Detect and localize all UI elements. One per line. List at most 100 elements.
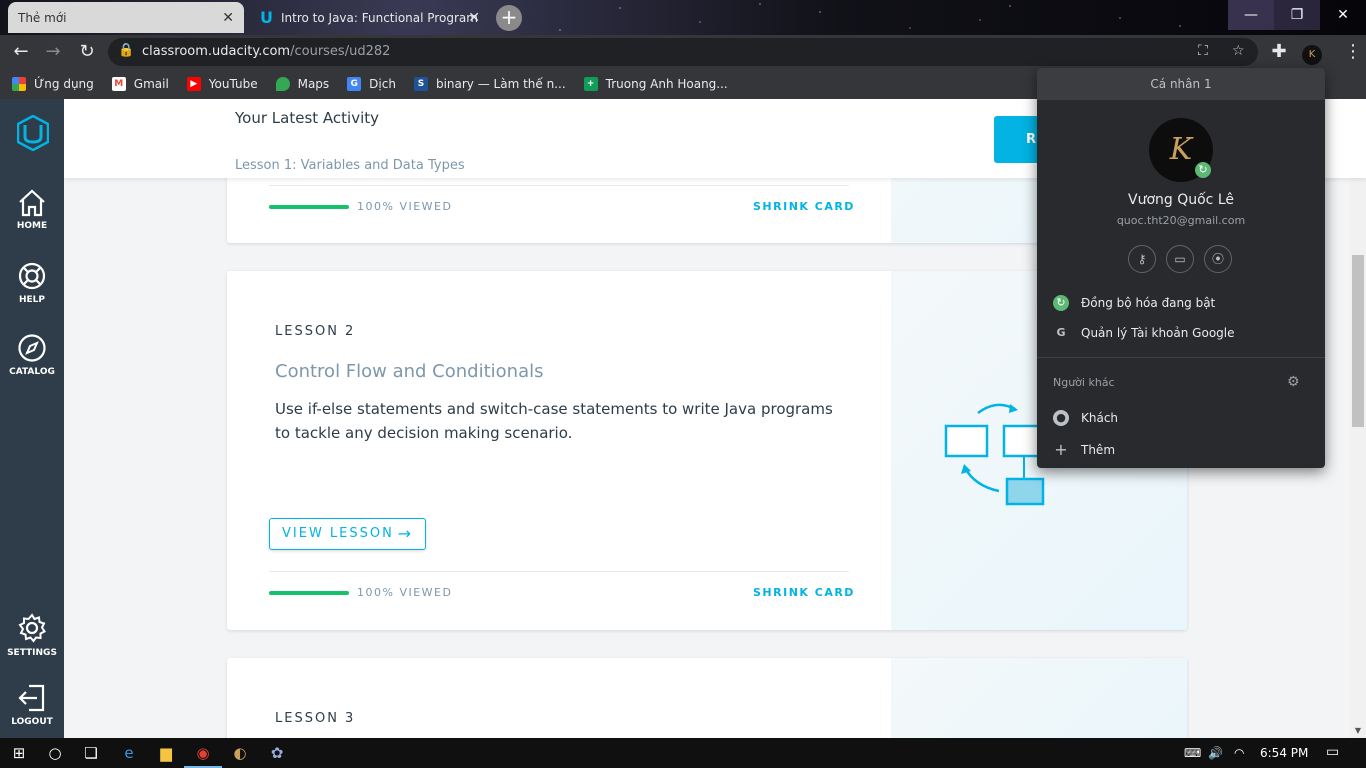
guest-profile-row[interactable]: ● Khách	[1053, 410, 1118, 426]
toolbar: ← → ↻ 🔒 classroom.udacity.com/courses/ud…	[0, 35, 1366, 69]
lesson-label: LESSON 2	[275, 324, 356, 339]
person-icon: ●	[1053, 410, 1069, 426]
sync-badge-icon: ↻	[1195, 162, 1211, 178]
gear-icon	[18, 613, 46, 643]
lesson-art	[891, 658, 1187, 738]
popup-divider	[1037, 357, 1325, 358]
progress-text: 100% VIEWED	[357, 586, 453, 599]
lesson-title: Control Flow and Conditionals	[275, 361, 544, 382]
app-icon-2[interactable]: ✿	[258, 738, 296, 768]
progress-bar	[269, 205, 349, 209]
logout-icon	[18, 684, 45, 712]
search-circle-icon[interactable]: ○	[36, 738, 74, 768]
clock-time[interactable]: 6:54 PM	[1260, 746, 1308, 760]
minimize-button[interactable]: —	[1228, 0, 1274, 30]
profile-avatar: K ↻	[1149, 118, 1213, 182]
sidebar-item-logout[interactable]: LOGOUT	[0, 683, 64, 727]
maximize-button[interactable]: ❐	[1274, 0, 1320, 30]
scrollbar-thumb[interactable]	[1352, 255, 1364, 427]
compass-icon	[18, 334, 46, 362]
progress-text: 100% VIEWED	[357, 200, 453, 213]
profile-email: quoc.tht20@gmail.com	[1116, 214, 1246, 227]
tab-strip: Thẻ mới ✕ U Intro to Java: Functional Pr…	[0, 0, 1366, 35]
menu-icon[interactable]: ⋮	[1340, 40, 1366, 66]
new-tab-button[interactable]: +	[496, 5, 522, 31]
lesson-card-3: LESSON 3	[227, 658, 1187, 738]
lifebuoy-icon	[18, 262, 46, 290]
udacity-favicon-icon: U	[260, 8, 273, 27]
plus-icon: +	[1054, 440, 1068, 459]
bookmark-maps[interactable]: Maps	[275, 77, 329, 91]
lesson-label: LESSON 3	[275, 711, 356, 726]
card-divider	[269, 185, 849, 186]
location-pin-icon[interactable]: ⦿	[1204, 245, 1232, 273]
url-text: classroom.udacity.com/courses/ud282	[142, 44, 391, 59]
manage-google-account-row[interactable]: G Quản lý Tài khoản Google	[1053, 325, 1234, 341]
manage-people-gear-icon[interactable]: ⚙	[1287, 374, 1300, 390]
apps-icon	[12, 77, 26, 91]
maps-icon	[275, 77, 290, 91]
scroll-down-arrow[interactable]: ▼	[1350, 724, 1366, 738]
arrow-right-icon: →	[397, 524, 411, 543]
payment-card-icon[interactable]: ▭	[1166, 245, 1194, 273]
tab-new-tab[interactable]: Thẻ mới ✕	[8, 2, 244, 33]
shrink-card-button[interactable]: SHRINK CARD	[753, 586, 855, 599]
bookmark-translate[interactable]: G Dịch	[347, 77, 396, 91]
edge-icon[interactable]: e	[110, 738, 148, 768]
bookmark-gmail[interactable]: M Gmail	[111, 77, 169, 91]
extensions-icon[interactable]: ✚	[1266, 40, 1292, 66]
profile-header: Cá nhân 1	[1037, 68, 1325, 100]
windows-taskbar: ⊞ ○ ❏ e ▆ ◉ ◐ ✿ ⌨ 🔊 ◠ 6:54 PM ▭	[0, 738, 1366, 768]
other-people-label: Người khác	[1053, 376, 1115, 389]
file-explorer-icon[interactable]: ▆	[147, 738, 185, 768]
activity-title: Your Latest Activity	[235, 109, 380, 127]
home-icon	[19, 189, 45, 217]
windows-start-icon[interactable]: ⊞	[0, 738, 38, 768]
bookmark-stackexchange[interactable]: S binary — Làm thế n...	[413, 77, 566, 91]
shrink-card-button[interactable]: SHRINK CARD	[753, 200, 855, 213]
bookmark-apps[interactable]: Ứng dụng	[12, 77, 94, 91]
activity-lesson[interactable]: Lesson 1: Variables and Data Types	[235, 158, 465, 173]
volume-icon[interactable]: 🔊	[1208, 746, 1223, 760]
add-profile-row[interactable]: + Thêm	[1053, 442, 1115, 458]
profile-avatar-button[interactable]: K	[1299, 40, 1325, 66]
tab-title: Thẻ mới	[18, 10, 67, 25]
wifi-icon[interactable]: ◠	[1234, 746, 1244, 760]
bookmark-youtube[interactable]: ▶ YouTube	[186, 77, 258, 91]
star-icon[interactable]: ☆	[1232, 43, 1245, 59]
close-icon[interactable]: ✕	[468, 10, 480, 26]
tab-title: Intro to Java: Functional Program	[281, 10, 478, 25]
sidebar-item-home[interactable]: HOME	[0, 189, 64, 231]
view-lesson-button[interactable]: VIEW LESSON →	[269, 518, 426, 550]
sidebar-item-help[interactable]: HELP	[0, 261, 64, 305]
progress-bar	[269, 591, 349, 595]
lock-icon: 🔒	[118, 43, 135, 58]
udacity-sidebar: HOME HELP CATALOG SETTINGS LOGOUT	[0, 99, 64, 738]
sidebar-item-catalog[interactable]: CATALOG	[0, 333, 64, 377]
stackexchange-icon: S	[413, 77, 428, 91]
notification-icon[interactable]: ▭	[1326, 744, 1339, 760]
app-icon[interactable]: ◐	[221, 738, 259, 768]
gmail-icon: M	[111, 77, 126, 91]
google-g-icon: G	[1056, 326, 1066, 339]
sync-icon: ↻	[1053, 295, 1069, 311]
udacity-logo-icon[interactable]	[17, 115, 49, 151]
close-icon[interactable]: ✕	[222, 10, 234, 26]
window-close-button[interactable]: ✕	[1320, 0, 1366, 30]
translate-icon: G	[347, 77, 362, 91]
passwords-key-icon[interactable]: ⚷	[1128, 245, 1156, 273]
tab-udacity[interactable]: U Intro to Java: Functional Program ✕	[250, 2, 490, 33]
profile-popup: Cá nhân 1 K ↻ Vương Quốc Lê quoc.tht20@g…	[1037, 68, 1325, 468]
chrome-icon[interactable]: ◉	[184, 738, 222, 768]
sync-status-row[interactable]: ↻ Đồng bộ hóa đang bật	[1053, 295, 1215, 311]
translate-icon[interactable]: ⛶	[1198, 43, 1208, 59]
sidebar-item-settings[interactable]: SETTINGS	[0, 612, 64, 658]
bookmark-sheets[interactable]: + Truong Anh Hoang...	[583, 77, 728, 91]
reload-icon[interactable]: ↻	[74, 40, 100, 66]
language-icon[interactable]: ⌨	[1184, 746, 1201, 760]
task-view-icon[interactable]: ❏	[72, 738, 110, 768]
forward-icon[interactable]: →	[40, 40, 66, 66]
back-icon[interactable]: ←	[8, 40, 34, 66]
address-bar[interactable]: 🔒 classroom.udacity.com/courses/ud282 ⛶ …	[108, 38, 1258, 66]
lesson-description: Use if-else statements and switch-case s…	[275, 400, 833, 442]
